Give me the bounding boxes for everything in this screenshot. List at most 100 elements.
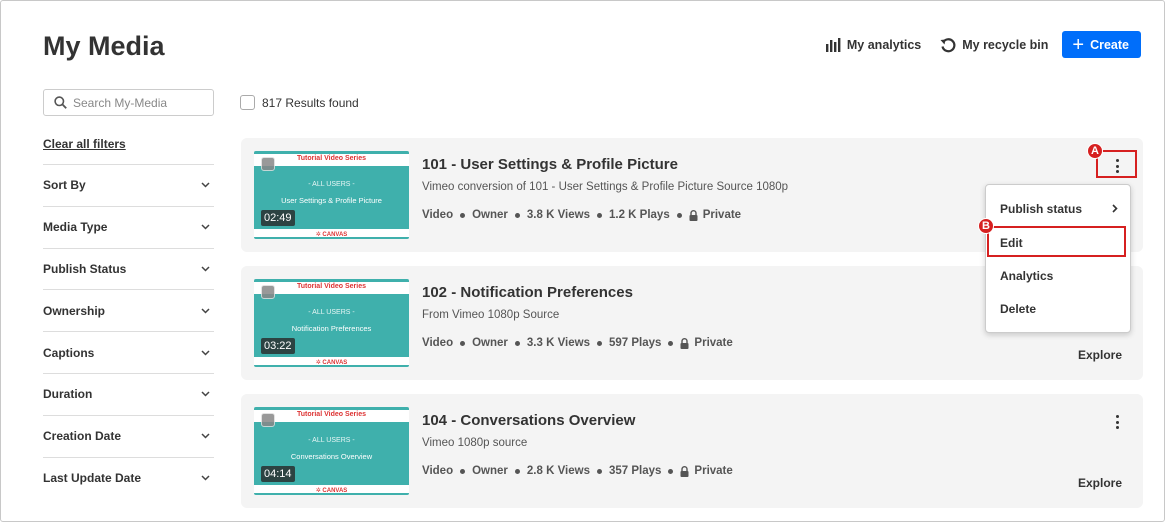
thumbnail-audience-text: - ALL USERS - [308, 181, 355, 188]
media-select-checkbox[interactable] [261, 413, 275, 427]
media-role: Owner [472, 465, 508, 477]
search-input[interactable] [73, 95, 203, 110]
my-analytics-label: My analytics [846, 37, 922, 52]
media-thumbnail[interactable]: Tutorial Video Series - ALL USERS - Noti… [254, 279, 409, 367]
bar-chart-icon [825, 37, 841, 52]
media-card[interactable]: Tutorial Video Series - ALL USERS - Conv… [241, 394, 1143, 508]
media-select-checkbox[interactable] [261, 157, 275, 171]
media-description: Vimeo conversion of 101 - User Settings … [422, 181, 789, 193]
my-analytics-link[interactable]: My analytics [825, 37, 922, 52]
filter-media-type[interactable]: Media Type [43, 205, 214, 248]
filter-list: Sort By Media Type Publish Status Owners… [43, 164, 214, 498]
chevron-down-icon [201, 475, 210, 481]
results-bar: 817 Results found [240, 95, 359, 110]
chevron-down-icon [201, 433, 210, 439]
annotation-badge-a: A [1087, 143, 1103, 159]
media-type: Video [422, 465, 454, 477]
media-plays: 1.2 K Plays [608, 209, 670, 221]
select-all-checkbox[interactable] [240, 95, 255, 110]
my-recycle-bin-label: My recycle bin [962, 37, 1049, 52]
filter-label: Sort By [43, 178, 86, 193]
lock-icon [689, 209, 698, 221]
annotation-highlight-b [987, 226, 1126, 257]
filter-label: Ownership [43, 303, 106, 318]
explore-button[interactable]: Explore [1078, 348, 1122, 362]
lock-icon [680, 337, 689, 349]
thumbnail-topic-text: Notification Preferences [291, 324, 372, 333]
canvas-logo: ✲ CANVAS [315, 232, 348, 238]
media-privacy: Private [694, 337, 733, 349]
filter-creation-date[interactable]: Creation Date [43, 414, 214, 457]
lock-icon [680, 465, 689, 477]
filter-label: Captions [43, 345, 95, 360]
media-type: Video [422, 209, 454, 221]
media-plays: 357 Plays [608, 465, 662, 477]
menu-item-analytics[interactable]: Analytics [1000, 269, 1053, 283]
results-count: 817 Results found [262, 95, 359, 110]
media-views: 3.8 K Views [526, 209, 590, 221]
media-plays: 597 Plays [608, 337, 662, 349]
media-meta: Video Owner 3.8 K Views 1.2 K Plays Priv… [422, 209, 741, 221]
thumbnail-series-text: Tutorial Video Series [297, 411, 366, 418]
filter-label: Publish Status [43, 261, 127, 276]
media-privacy: Private [702, 209, 742, 221]
media-title[interactable]: 102 - Notification Preferences [422, 284, 633, 301]
media-select-checkbox[interactable] [261, 285, 275, 299]
media-thumbnail[interactable]: Tutorial Video Series - ALL USERS - User… [254, 151, 409, 239]
duration-badge: 03:22 [261, 338, 295, 354]
filter-duration[interactable]: Duration [43, 372, 214, 415]
filter-sort-by[interactable]: Sort By [43, 164, 214, 206]
media-title[interactable]: 104 - Conversations Overview [422, 412, 635, 429]
chevron-down-icon [201, 266, 210, 272]
filter-label: Last Update Date [43, 470, 142, 485]
media-description: Vimeo 1080p source [422, 437, 528, 449]
chevron-down-icon [201, 308, 210, 314]
app-window: My Media My analytics My recycle bin + C… [0, 0, 1165, 522]
filter-last-update-date[interactable]: Last Update Date [43, 456, 214, 499]
chevron-down-icon [201, 350, 210, 356]
filter-label: Media Type [43, 220, 108, 235]
thumbnail-audience-text: - ALL USERS - [308, 437, 355, 444]
search-icon [54, 96, 67, 109]
media-meta: Video Owner 3.3 K Views 597 Plays Privat… [422, 337, 733, 349]
chevron-down-icon [201, 224, 210, 230]
media-role: Owner [472, 337, 508, 349]
plus-icon: + [1072, 33, 1085, 56]
menu-item-publish-status[interactable]: Publish status [1000, 202, 1118, 216]
menu-item-delete[interactable]: Delete [1000, 302, 1036, 316]
filter-publish-status[interactable]: Publish Status [43, 247, 214, 290]
explore-button[interactable]: Explore [1078, 476, 1122, 490]
filter-captions[interactable]: Captions [43, 331, 214, 373]
filter-label: Duration [43, 387, 93, 402]
create-button[interactable]: + Create [1062, 31, 1141, 58]
chevron-down-icon [201, 391, 210, 397]
chevron-down-icon [201, 182, 210, 188]
media-role: Owner [472, 209, 508, 221]
media-views: 3.3 K Views [526, 337, 590, 349]
context-menu: Publish status Edit Analytics Delete [985, 184, 1131, 333]
restore-icon [940, 37, 956, 52]
thumbnail-audience-text: - ALL USERS - [308, 309, 355, 316]
media-type: Video [422, 337, 454, 349]
thumbnail-series-text: Tutorial Video Series [297, 155, 366, 162]
media-title[interactable]: 101 - User Settings & Profile Picture [422, 156, 678, 173]
media-thumbnail[interactable]: Tutorial Video Series - ALL USERS - Conv… [254, 407, 409, 495]
media-privacy: Private [694, 465, 733, 477]
filter-ownership[interactable]: Ownership [43, 289, 214, 331]
thumbnail-series-text: Tutorial Video Series [297, 283, 366, 290]
chevron-right-icon [1112, 204, 1118, 213]
my-recycle-bin-link[interactable]: My recycle bin [940, 37, 1048, 53]
duration-badge: 04:14 [261, 466, 295, 482]
media-views: 2.8 K Views [526, 465, 590, 477]
menu-item-label: Publish status [1000, 202, 1083, 216]
top-actions: My analytics My recycle bin + Create [806, 31, 1141, 58]
duration-badge: 02:49 [261, 210, 295, 226]
more-options-button[interactable] [1110, 412, 1124, 432]
media-meta: Video Owner 2.8 K Views 357 Plays Privat… [422, 465, 733, 477]
thumbnail-topic-text: Conversations Overview [290, 452, 373, 461]
clear-all-filters-link[interactable]: Clear all filters [43, 137, 126, 151]
thumbnail-topic-text: User Settings & Profile Picture [281, 196, 382, 205]
annotation-badge-b: B [978, 218, 994, 234]
canvas-logo: ✲ CANVAS [315, 360, 348, 366]
create-label: Create [1090, 37, 1129, 52]
